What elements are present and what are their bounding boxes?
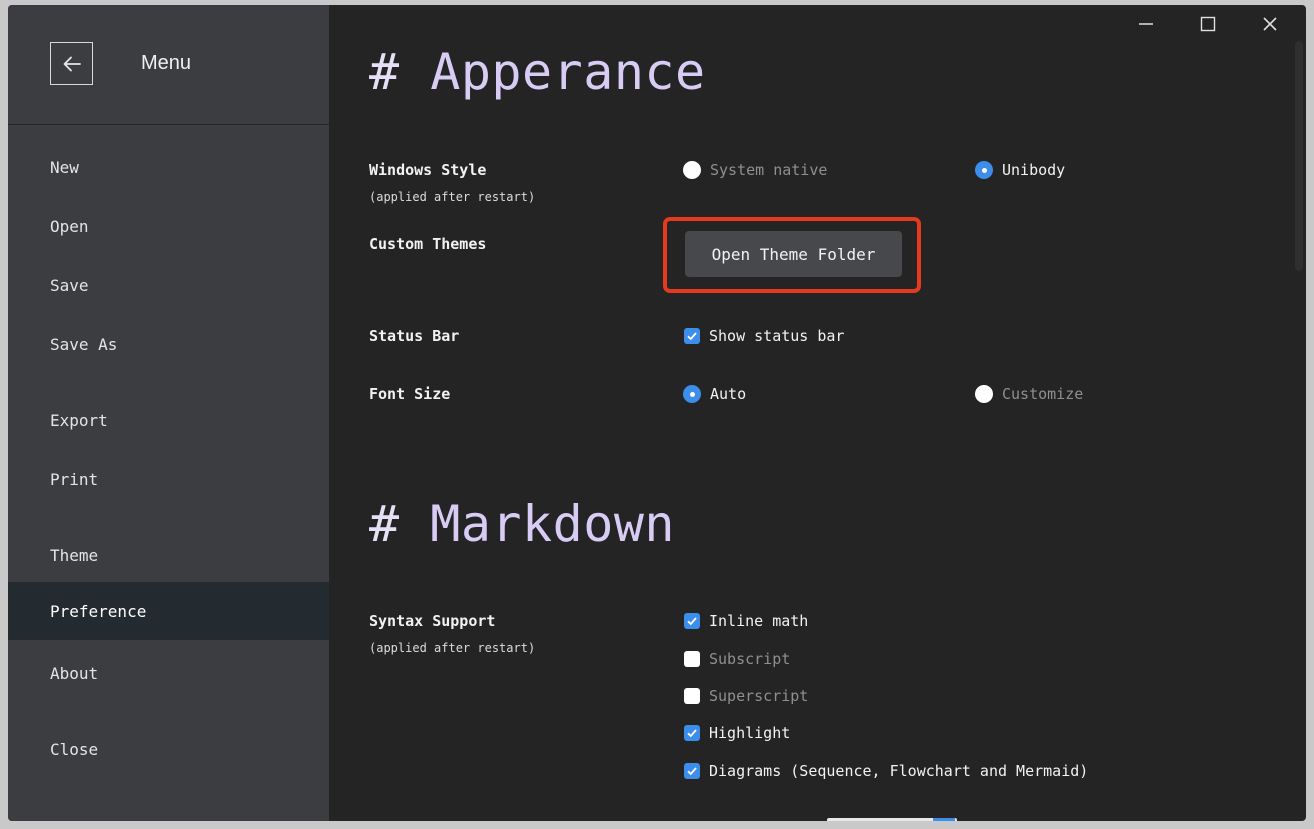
markdown-heading-text: Markdown <box>430 495 676 553</box>
sidebar-item-open[interactable]: Open <box>8 197 329 255</box>
close-window-button[interactable] <box>1255 13 1285 35</box>
app-window: Menu New Open Save Save As Export Print … <box>8 5 1306 821</box>
checkmark-icon <box>687 767 697 776</box>
inline-math-checkbox[interactable]: Inline math <box>684 612 808 630</box>
status-bar-label: Status Bar <box>369 327 460 345</box>
checkmark-icon <box>687 729 697 738</box>
highlight-label: Highlight <box>709 724 791 742</box>
checkbox-checked[interactable] <box>684 613 700 629</box>
minimize-button[interactable] <box>1131 13 1161 35</box>
radio-selected[interactable] <box>683 385 701 403</box>
system-native-radio[interactable]: System native <box>683 161 827 179</box>
customize-label: Customize <box>1002 385 1084 403</box>
sidebar-item-save[interactable]: Save <box>8 256 329 314</box>
appearance-heading-text: Apperance <box>430 43 706 101</box>
preferences-panel: # Apperance Windows Style (applied after… <box>329 5 1306 821</box>
sidebar-item-print[interactable]: Print <box>8 450 329 508</box>
unibody-label: Unibody <box>1002 161 1066 179</box>
radio-unselected[interactable] <box>683 161 701 179</box>
back-button[interactable] <box>50 42 93 85</box>
radio-selected[interactable] <box>975 161 993 179</box>
sidebar-header: Menu <box>8 5 329 125</box>
markdown-heading: # Markdown <box>369 495 675 553</box>
checkbox-unchecked[interactable] <box>684 688 700 704</box>
heading-hash: # <box>369 495 400 553</box>
sidebar: Menu New Open Save Save As Export Print … <box>8 5 329 821</box>
minimize-icon <box>1139 23 1153 25</box>
syntax-support-label: Syntax Support <box>369 612 496 630</box>
show-status-bar-label: Show status bar <box>709 327 845 345</box>
superscript-checkbox[interactable]: Superscript <box>684 687 808 705</box>
checkmark-icon <box>687 617 697 626</box>
custom-themes-label: Custom Themes <box>369 235 487 253</box>
sidebar-item-about[interactable]: About <box>8 644 329 702</box>
sidebar-item-theme[interactable]: Theme <box>8 526 329 584</box>
checkmark-icon <box>687 332 697 341</box>
checkbox-checked[interactable] <box>684 725 700 741</box>
sidebar-item-close[interactable]: Close <box>8 720 329 778</box>
superscript-label: Superscript <box>709 687 809 705</box>
arrow-left-icon <box>63 56 81 71</box>
partially-visible-accent <box>933 818 955 821</box>
open-theme-folder-button[interactable]: Open Theme Folder <box>685 231 902 277</box>
diagrams-label: Diagrams (Sequence, Flowchart and Mermai… <box>709 762 1089 780</box>
highlight-checkbox[interactable]: Highlight <box>684 724 790 742</box>
maximize-icon <box>1200 16 1216 32</box>
checkbox-unchecked[interactable] <box>684 651 700 667</box>
inline-math-label: Inline math <box>709 612 809 630</box>
scrollbar[interactable] <box>1295 41 1303 271</box>
subscript-label: Subscript <box>709 650 791 668</box>
close-icon <box>1263 17 1277 31</box>
syntax-support-note: (applied after restart) <box>369 641 536 655</box>
heading-hash: # <box>369 43 400 101</box>
appearance-heading: # Apperance <box>369 43 706 101</box>
diagrams-checkbox[interactable]: Diagrams (Sequence, Flowchart and Mermai… <box>684 762 1088 780</box>
menu-title: Menu <box>141 52 192 74</box>
sidebar-item-save-as[interactable]: Save As <box>8 315 329 373</box>
customize-radio[interactable]: Customize <box>975 385 1083 403</box>
unibody-radio[interactable]: Unibody <box>975 161 1065 179</box>
show-status-bar-checkbox[interactable]: Show status bar <box>684 327 844 345</box>
sidebar-item-preference[interactable]: Preference <box>8 582 329 640</box>
auto-radio[interactable]: Auto <box>683 385 746 403</box>
checkbox-checked[interactable] <box>684 763 700 779</box>
checkbox-checked[interactable] <box>684 328 700 344</box>
maximize-button[interactable] <box>1193 13 1223 35</box>
subscript-checkbox[interactable]: Subscript <box>684 650 790 668</box>
auto-label: Auto <box>710 385 747 403</box>
radio-unselected[interactable] <box>975 385 993 403</box>
windows-style-note: (applied after restart) <box>369 190 536 204</box>
sidebar-item-export[interactable]: Export <box>8 391 329 449</box>
windows-style-label: Windows Style <box>369 161 487 179</box>
font-size-label: Font Size <box>369 385 451 403</box>
system-native-label: System native <box>710 161 828 179</box>
sidebar-item-new[interactable]: New <box>8 138 329 196</box>
